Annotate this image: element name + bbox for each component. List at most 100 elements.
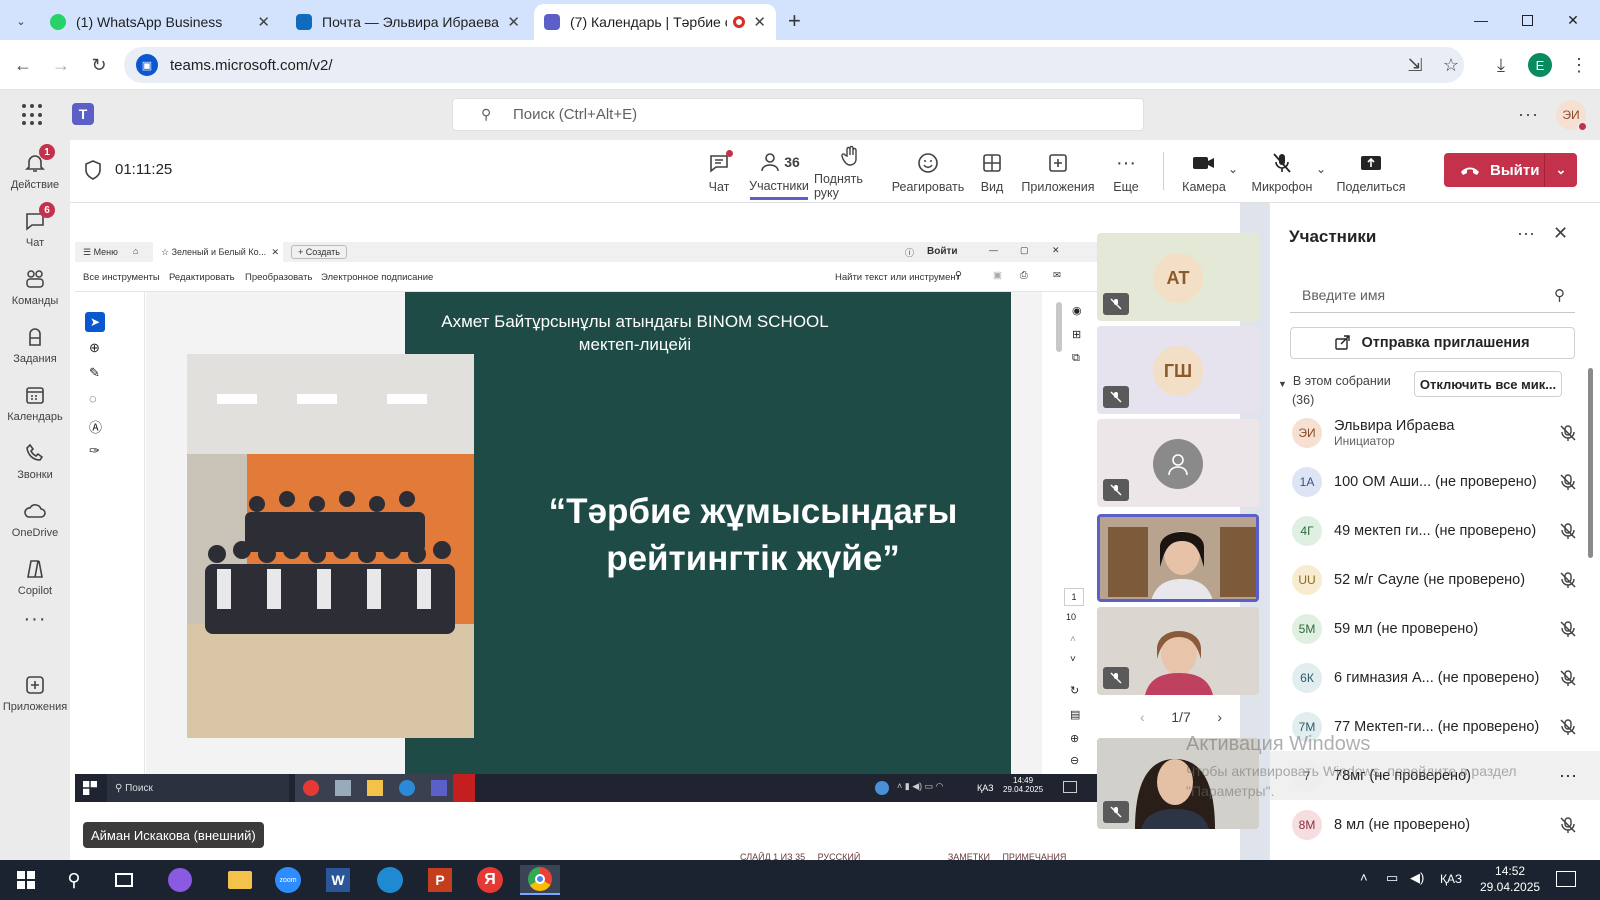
tab-search-button[interactable]: ⌄: [8, 8, 34, 34]
mic-options-chevron-icon[interactable]: ⌄: [1316, 162, 1326, 176]
tab-whatsapp[interactable]: (1) WhatsApp Business ✕: [40, 4, 280, 40]
lasso-icon: ◌: [89, 391, 97, 406]
tab-teams[interactable]: (7) Календарь | Тәрбие орі ✕: [534, 4, 776, 40]
tray-overflow-icon[interactable]: ˄: [1360, 870, 1368, 885]
restore-button[interactable]: [1504, 0, 1550, 40]
start-button[interactable]: [6, 865, 46, 895]
mic-off-icon: [1557, 816, 1579, 834]
rail-item-apps[interactable]: Приложения: [0, 664, 70, 722]
video-tile[interactable]: [1097, 419, 1259, 507]
yandex-icon: [303, 780, 319, 796]
rail-item-calendar[interactable]: Календарь: [0, 374, 70, 432]
network-icon[interactable]: ▭: [1386, 870, 1398, 886]
language-indicator[interactable]: ҚАЗ: [1440, 872, 1462, 886]
participant-row[interactable]: 4Г 49 мектеп ги... (не проверено): [1270, 506, 1600, 555]
rail-item-activity[interactable]: 1 Действие: [0, 142, 70, 200]
cloud-icon: [23, 499, 47, 523]
shield-icon[interactable]: [84, 160, 102, 180]
forward-button[interactable]: →: [46, 50, 76, 80]
clock[interactable]: 14:52 29.04.2025: [1480, 863, 1540, 895]
taskbar-yandex[interactable]: Я: [470, 865, 510, 895]
user-avatar[interactable]: ЭИ: [1556, 100, 1588, 132]
participant-row[interactable]: 5M 59 мл (не проверено): [1270, 604, 1600, 653]
share-button[interactable]: Поделиться: [1336, 144, 1406, 200]
notification-center-icon[interactable]: [1556, 871, 1576, 887]
site-info-icon[interactable]: ▣: [136, 54, 158, 76]
participant-more-button[interactable]: ···: [1557, 765, 1579, 786]
close-icon[interactable]: ✕: [753, 13, 766, 31]
taskbar-chrome[interactable]: [520, 865, 560, 895]
browser-menu-button[interactable]: ⋮: [1564, 50, 1594, 80]
chevron-left-icon[interactable]: ‹: [1140, 709, 1145, 725]
video-tile-self[interactable]: [1097, 514, 1259, 602]
close-icon[interactable]: ✕: [507, 13, 520, 31]
apps-button[interactable]: Приложения: [1020, 144, 1096, 200]
mic-button[interactable]: Микрофон: [1250, 144, 1314, 200]
bookmark-button[interactable]: ☆: [1436, 50, 1466, 80]
participant-row[interactable]: 8М 8 мл (не проверено): [1270, 800, 1600, 849]
taskbar-zoom[interactable]: zoom: [268, 865, 308, 895]
camera-button[interactable]: Камера: [1172, 144, 1236, 200]
chat-button[interactable]: Чат: [690, 144, 748, 200]
restore-icon: ▢: [1020, 245, 1029, 255]
taskbar-app2[interactable]: [370, 865, 410, 895]
section-header[interactable]: ▼ В этом собрании (36): [1278, 373, 1391, 408]
volume-icon[interactable]: ◀): [1410, 870, 1424, 886]
participant-search-input[interactable]: Введите имя ⚲: [1290, 278, 1575, 313]
new-tab-button[interactable]: +: [788, 8, 801, 34]
task-view-button[interactable]: [104, 865, 144, 895]
calendar-icon: [23, 383, 47, 407]
close-icon: ✕: [1553, 223, 1569, 243]
reload-button[interactable]: ↻: [84, 50, 114, 80]
settings-more-button[interactable]: ···: [1518, 104, 1539, 125]
panel-more-button[interactable]: ···: [1517, 223, 1535, 244]
taskbar-explorer[interactable]: [220, 865, 260, 895]
leave-button[interactable]: Выйти ⌄: [1444, 153, 1577, 187]
raise-hand-button[interactable]: Поднять руку: [814, 144, 888, 200]
minimize-button[interactable]: —: [1458, 0, 1504, 40]
participant-row[interactable]: 1А 100 ОМ Аши... (не проверено): [1270, 457, 1600, 506]
search-input[interactable]: ⚲ Поиск (Ctrl+Alt+E): [452, 98, 1144, 131]
rail-item-assignments[interactable]: Задания: [0, 316, 70, 374]
react-button[interactable]: Реагировать: [892, 144, 964, 200]
browser-tab-strip: ⌄ (1) WhatsApp Business ✕ Почта — Эльвир…: [0, 0, 1600, 40]
app-launcher-icon[interactable]: [22, 104, 44, 126]
mute-all-button[interactable]: Отключить все мик...: [1414, 371, 1562, 397]
chevron-down-icon: ˅: [1070, 654, 1076, 665]
address-bar[interactable]: ▣ teams.microsoft.com/v2/: [124, 47, 1464, 83]
rail-item-onedrive[interactable]: OneDrive: [0, 490, 70, 548]
participants-button[interactable]: 36 Участники: [749, 144, 809, 200]
rail-item-calls[interactable]: Звонки: [0, 432, 70, 490]
inner-time: 14:49: [1013, 776, 1034, 785]
taskbar-powerpoint[interactable]: P: [420, 865, 460, 895]
more-actions-button[interactable]: ··· Еще: [1104, 144, 1148, 200]
taskbar-word[interactable]: W: [318, 865, 358, 895]
profile-avatar[interactable]: E: [1528, 53, 1552, 77]
rail-item-chat[interactable]: 6 Чат: [0, 200, 70, 258]
install-app-button[interactable]: ⇲: [1400, 50, 1430, 80]
taskbar-search-button[interactable]: ⚲: [54, 865, 94, 895]
viewer-signin: Войти: [927, 246, 958, 257]
video-tile[interactable]: [1097, 607, 1259, 695]
view-button[interactable]: Вид: [970, 144, 1014, 200]
rail-item-more[interactable]: ···: [0, 594, 70, 644]
tab-outlook[interactable]: Почта — Эльвира Ибраева — ✕: [286, 4, 530, 40]
participant-row[interactable]: 6К 6 гимназия А... (не проверено): [1270, 653, 1600, 702]
close-icon[interactable]: ✕: [257, 13, 270, 31]
video-tile[interactable]: ГШ: [1097, 326, 1259, 414]
edge-icon: [399, 780, 415, 796]
chevron-right-icon[interactable]: ›: [1217, 709, 1222, 725]
participant-avatar: 1А: [1292, 466, 1322, 497]
camera-options-chevron-icon[interactable]: ⌄: [1228, 162, 1238, 176]
close-window-button[interactable]: ✕: [1550, 0, 1596, 40]
back-button[interactable]: ←: [8, 50, 38, 80]
participant-row[interactable]: UU 52 м/г Сауле (не проверено): [1270, 555, 1600, 604]
taskbar-app[interactable]: [160, 865, 200, 895]
participant-row[interactable]: ЭИ Эльвира Ибраева Инициатор: [1270, 408, 1600, 457]
downloads-button[interactable]: ⤓: [1486, 50, 1516, 80]
send-invite-button[interactable]: Отправка приглашения: [1290, 327, 1575, 359]
rail-item-teams[interactable]: Команды: [0, 258, 70, 316]
video-tile[interactable]: АТ: [1097, 233, 1259, 321]
close-panel-button[interactable]: ✕: [1553, 223, 1568, 244]
chevron-down-icon[interactable]: ⌄: [1545, 162, 1577, 178]
